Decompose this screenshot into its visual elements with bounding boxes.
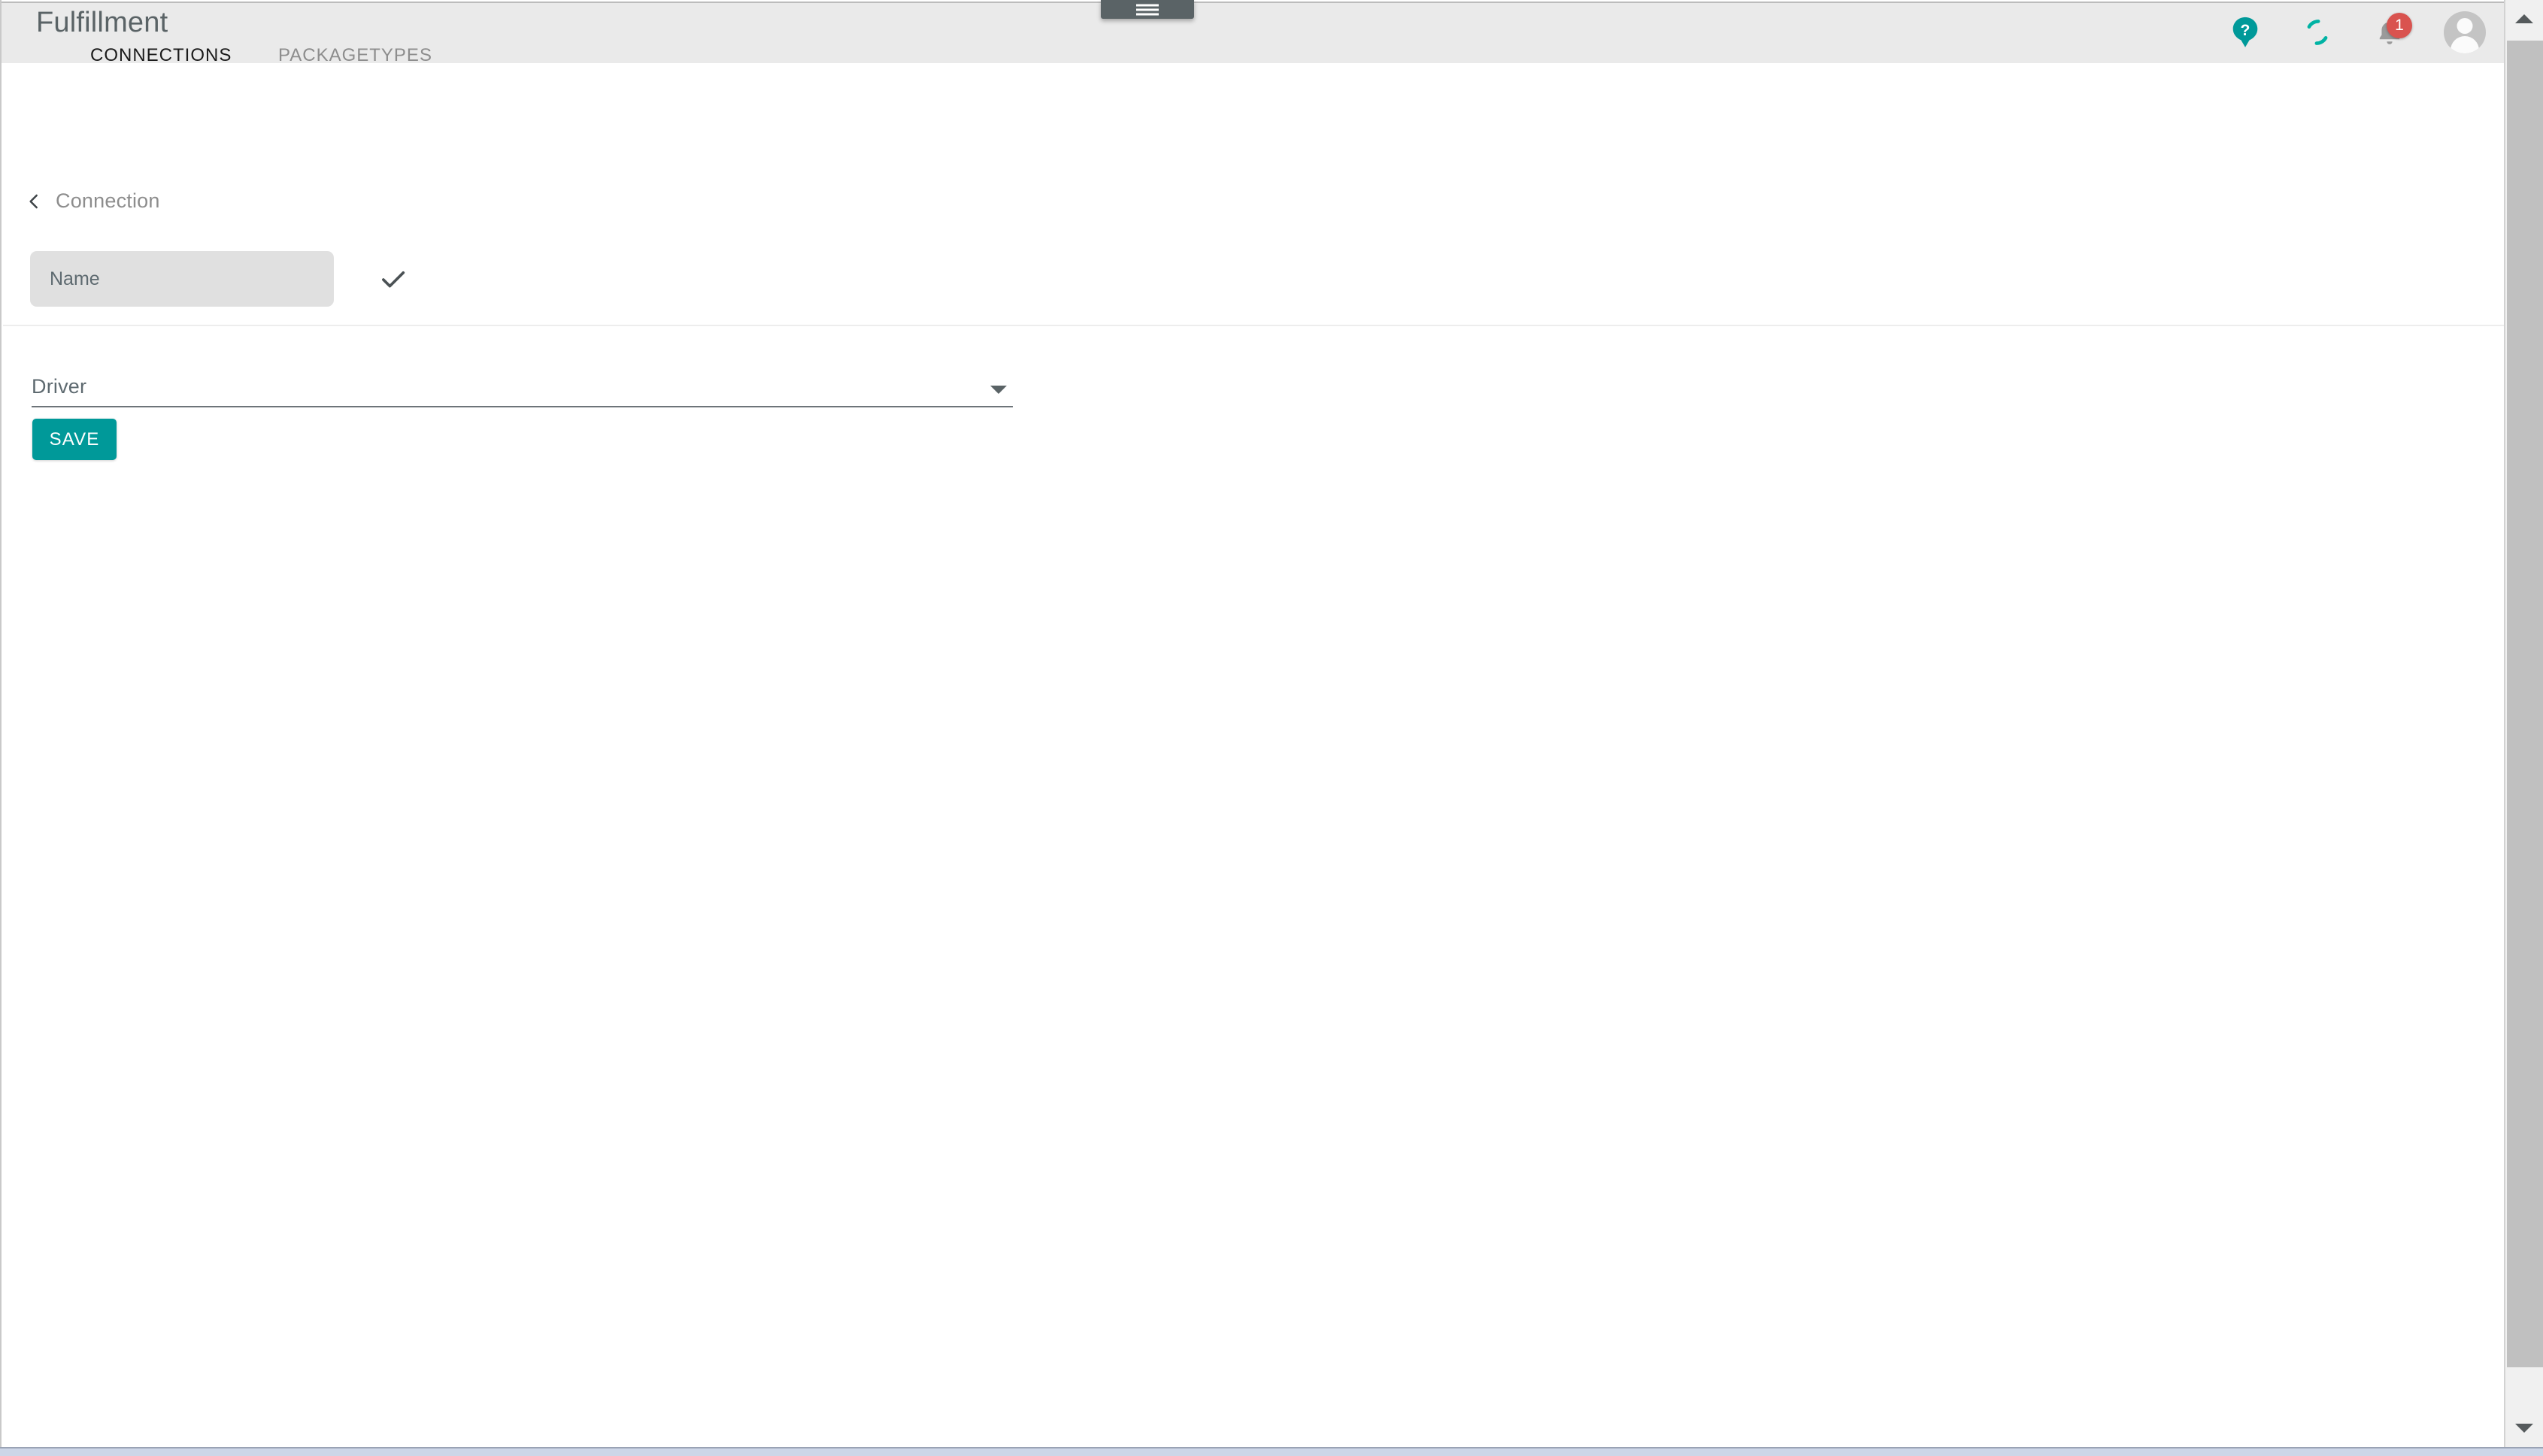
scrollbar-up-button[interactable] [2505,0,2543,38]
chevron-down-icon[interactable] [990,386,1007,394]
checkmark-icon[interactable] [377,263,409,295]
name-field-row [30,251,409,307]
scrollbar-down-button[interactable] [2505,1409,2543,1447]
section-divider [3,325,2505,326]
app-window: Fulfillment ? 1 CONNECTIONS PACKAGETYPES… [0,0,2543,1456]
avatar[interactable] [2444,11,2486,53]
driver-select-underline [32,406,1013,407]
page-title: Fulfillment [36,7,168,38]
content-area: Connection Driver SAVE [2,63,2505,1447]
header-top-border [2,2,2504,3]
driver-select-label: Driver [32,375,87,398]
vertical-scrollbar[interactable] [2504,0,2543,1447]
avatar-head [2457,18,2473,34]
hamburger-menu-icon[interactable] [1101,0,1194,19]
breadcrumb[interactable]: Connection [24,189,160,213]
bottom-status-bar [0,1447,2543,1456]
notifications-bell-icon[interactable]: 1 [2372,13,2412,50]
name-input[interactable] [30,251,334,307]
triangle-up-icon [2515,14,2533,23]
chevron-left-icon[interactable] [24,192,44,211]
tab-connections-label: CONNECTIONS [90,45,232,65]
breadcrumb-label: Connection [56,189,160,212]
scrollbar-thumb[interactable] [2507,41,2543,1367]
save-button[interactable]: SAVE [32,419,117,460]
hamburger-bar [1136,8,1159,11]
hamburger-bars [1136,2,1159,17]
triangle-down-icon [2515,1424,2533,1433]
driver-select[interactable]: Driver [32,375,1013,407]
help-icon[interactable]: ? [2227,14,2263,50]
tab-packagetypes-label: PACKAGETYPES [278,45,432,65]
svg-text:?: ? [2241,22,2251,39]
hamburger-bar [1136,13,1159,15]
hamburger-bar [1136,4,1159,6]
notification-count-badge: 1 [2387,13,2412,38]
header-icon-cluster: ? 1 [2227,2,2486,63]
sync-spinner-icon[interactable] [2299,14,2335,50]
avatar-body [2451,36,2479,53]
